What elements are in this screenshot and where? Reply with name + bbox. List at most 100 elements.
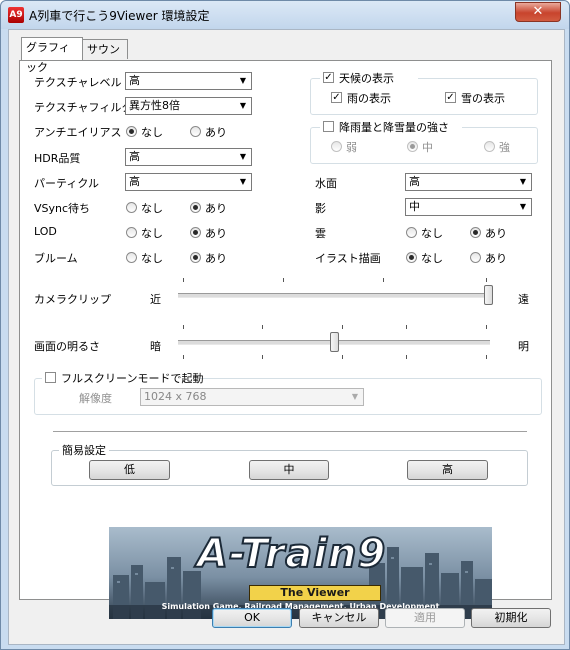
snow-checkbox[interactable]: ✓ <box>445 92 456 103</box>
viewer-subtitle: The Viewer <box>249 585 381 601</box>
chevron-down-icon: ▼ <box>516 200 530 214</box>
hdr-select[interactable]: 高 ▼ <box>125 148 252 166</box>
chevron-down-icon: ▼ <box>236 175 250 189</box>
particle-value: 高 <box>129 175 140 188</box>
cloud-off-label: なし <box>421 227 443 240</box>
hdr-label: HDR品質 <box>34 152 81 165</box>
slider-tick <box>183 278 184 282</box>
bloom-label: ブルーム <box>34 252 78 265</box>
precip-weak-radio[interactable] <box>331 141 342 152</box>
lod-on-radio[interactable] <box>190 227 201 238</box>
fullscreen-checkbox[interactable] <box>45 372 56 383</box>
slider-tick <box>406 355 407 359</box>
tab-sound[interactable]: サウンド <box>82 39 128 76</box>
slider-tick <box>486 355 487 359</box>
bloom-on-label: あり <box>205 252 227 265</box>
cloud-on-radio[interactable] <box>470 227 481 238</box>
slider-tick <box>262 355 263 359</box>
resolution-select[interactable]: 1024 x 768 ▼ <box>140 388 364 406</box>
rain-label: 雨の表示 <box>347 92 391 105</box>
shadow-value: 中 <box>409 200 420 213</box>
antialias-off-radio[interactable] <box>126 126 137 137</box>
vsync-off-label: なし <box>141 202 163 215</box>
shadow-select[interactable]: 中 ▼ <box>405 198 532 216</box>
vsync-label: VSync待ち <box>34 202 91 215</box>
water-select[interactable]: 高 ▼ <box>405 173 532 191</box>
title-bar[interactable]: A9 A列車で行こう9Viewer 環境設定 ✕ <box>1 1 569 29</box>
slider-tick <box>342 355 343 359</box>
vsync-off-radio[interactable] <box>126 202 137 213</box>
snow-label: 雪の表示 <box>461 92 505 105</box>
weather-checkbox[interactable]: ✓ <box>323 72 334 83</box>
slider-tick <box>183 355 184 359</box>
atrain-banner: A-Train9 The Viewer Simulation Game, Rai… <box>109 527 492 619</box>
particle-label: パーティクル <box>34 177 100 190</box>
close-button[interactable]: ✕ <box>515 2 561 22</box>
precip-strong-label: 強 <box>499 141 510 154</box>
camera-clip-track[interactable] <box>178 293 490 298</box>
preset-high-button[interactable]: 高 <box>407 460 488 480</box>
slider-tick <box>283 278 284 282</box>
texture-filter-value: 異方性8倍 <box>129 99 180 112</box>
atrain-logo: A-Train9 <box>196 530 387 578</box>
apply-button[interactable]: 適用 <box>385 608 465 628</box>
chevron-down-icon: ▼ <box>236 74 250 88</box>
precip-medium-label: 中 <box>422 141 433 154</box>
texture-filter-select[interactable]: 異方性8倍 ▼ <box>125 97 252 115</box>
precip-strong-radio[interactable] <box>484 141 495 152</box>
resolution-value: 1024 x 768 <box>144 390 207 403</box>
shadow-label: 影 <box>315 202 326 215</box>
camera-clip-thumb[interactable] <box>483 285 493 305</box>
texture-level-select[interactable]: 高 ▼ <box>125 72 252 90</box>
settings-window: A9 A列車で行こう9Viewer 環境設定 ✕ グラフィック サウンド テクス… <box>0 0 570 650</box>
slider-tick <box>486 325 487 329</box>
bloom-off-radio[interactable] <box>126 252 137 263</box>
reset-button[interactable]: 初期化 <box>471 608 551 628</box>
brightness-thumb[interactable] <box>329 332 339 352</box>
precip-medium-radio[interactable] <box>407 141 418 152</box>
antialias-on-radio[interactable] <box>190 126 201 137</box>
illust-on-radio[interactable] <box>470 252 481 263</box>
chevron-down-icon: ▼ <box>516 175 530 189</box>
cloud-on-label: あり <box>485 227 507 240</box>
cloud-label: 雲 <box>315 227 326 240</box>
lod-off-radio[interactable] <box>126 227 137 238</box>
illust-off-radio[interactable] <box>406 252 417 263</box>
precip-checkbox[interactable] <box>323 121 334 132</box>
illust-off-label: なし <box>421 252 443 265</box>
chevron-down-icon: ▼ <box>236 99 250 113</box>
weather-label: 天候の表示 <box>339 72 394 85</box>
camera-clip-min-label: 近 <box>150 293 161 306</box>
slider-tick <box>183 325 184 329</box>
bloom-off-label: なし <box>141 252 163 265</box>
slider-tick <box>262 325 263 329</box>
cancel-button[interactable]: キャンセル <box>299 608 379 628</box>
ok-button[interactable]: OK <box>212 608 292 628</box>
chevron-down-icon: ▼ <box>348 390 362 404</box>
brightness-min-label: 暗 <box>150 340 161 353</box>
cloud-off-radio[interactable] <box>406 227 417 238</box>
slider-tick <box>342 325 343 329</box>
illust-label: イラスト描画 <box>315 252 381 265</box>
hdr-value: 高 <box>129 150 140 163</box>
lod-label: LOD <box>34 225 57 238</box>
slider-tick <box>383 278 384 282</box>
vsync-on-label: あり <box>205 202 227 215</box>
antialias-off-label: なし <box>141 126 163 139</box>
camera-clip-max-label: 遠 <box>518 293 529 306</box>
illust-on-label: あり <box>485 252 507 265</box>
close-icon: ✕ <box>532 4 544 19</box>
antialias-label: アンチエイリアス <box>34 126 122 139</box>
bloom-on-radio[interactable] <box>190 252 201 263</box>
tab-graphics[interactable]: グラフィック <box>21 37 83 74</box>
preset-low-button[interactable]: 低 <box>89 460 170 480</box>
preset-label: 簡易設定 <box>59 442 109 458</box>
rain-checkbox[interactable]: ✓ <box>331 92 342 103</box>
vsync-on-radio[interactable] <box>190 202 201 213</box>
fullscreen-group-header: フルスクリーンモードで起動 <box>42 370 203 385</box>
preset-mid-button[interactable]: 中 <box>249 460 329 480</box>
weather-group-header: ✓ 天候の表示 <box>320 70 418 85</box>
water-value: 高 <box>409 175 420 188</box>
client-area: グラフィック サウンド テクスチャレベル 高 ▼ テクスチャフィルター 異方性8… <box>8 29 565 645</box>
particle-select[interactable]: 高 ▼ <box>125 173 252 191</box>
